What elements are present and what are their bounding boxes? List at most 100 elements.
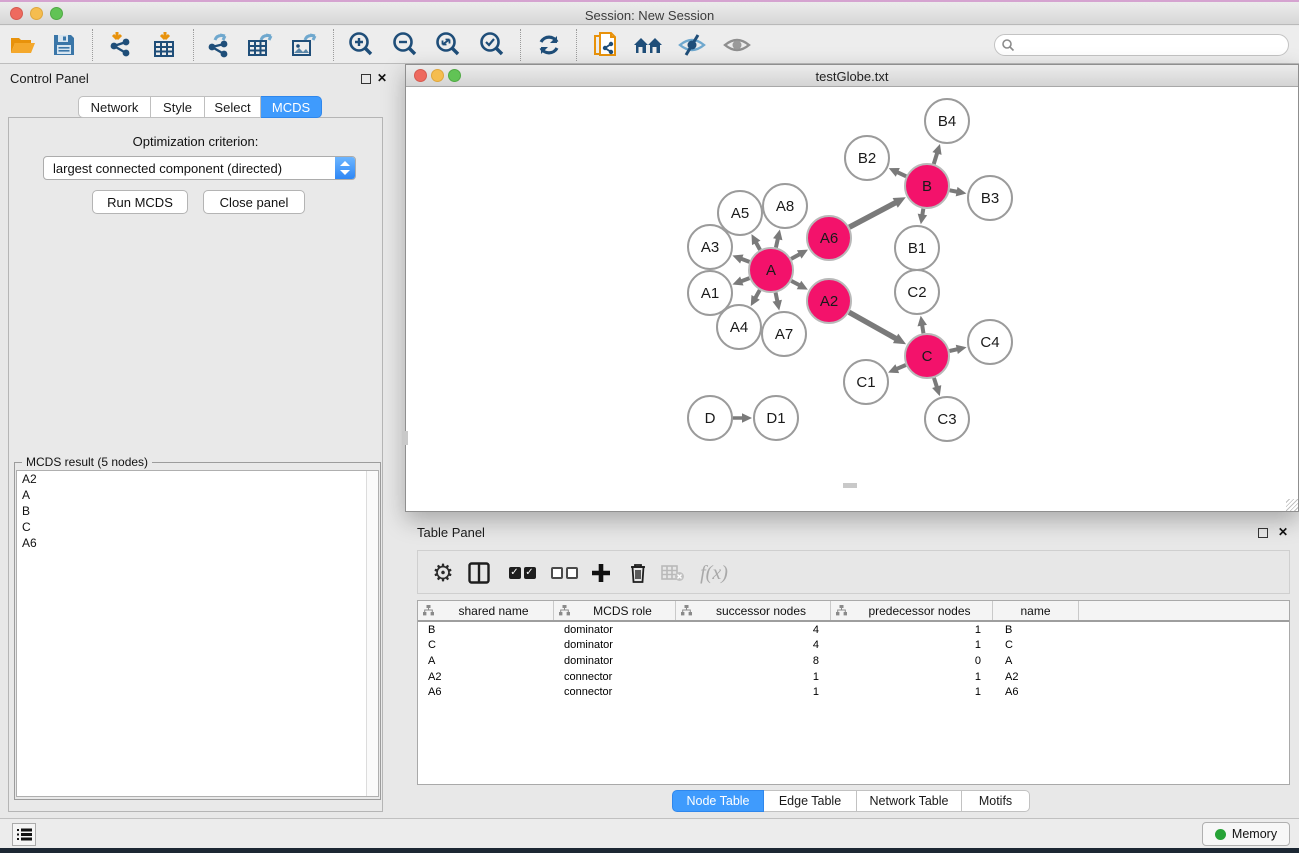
- column-header-shared-name[interactable]: shared name: [418, 601, 554, 620]
- network-vscroll-thumb[interactable]: [402, 431, 408, 445]
- mcds-result-item[interactable]: A: [17, 487, 378, 503]
- edge-A6-B[interactable]: [849, 202, 897, 227]
- zoom-in-button[interactable]: [344, 28, 378, 62]
- select-all-columns-button[interactable]: ✓ ✓: [506, 559, 538, 587]
- tab-node-table[interactable]: Node Table: [672, 790, 764, 812]
- export-table-button[interactable]: [244, 28, 278, 62]
- control-panel-close-button[interactable]: ✕: [376, 72, 388, 84]
- search-icon: [1001, 38, 1015, 52]
- tab-network-table[interactable]: Network Table: [857, 790, 962, 812]
- cell-successor_nodes: 1: [676, 686, 831, 698]
- tab-select[interactable]: Select: [205, 96, 261, 118]
- zoom-selected-button[interactable]: [475, 28, 509, 62]
- mcds-result-list[interactable]: A2ABCA6: [16, 470, 379, 797]
- table-panel-float-button[interactable]: [1258, 528, 1268, 538]
- tab-motifs[interactable]: Motifs: [962, 790, 1030, 812]
- toolbar-separator: [520, 29, 521, 61]
- search-input[interactable]: [994, 34, 1289, 56]
- open-session-button[interactable]: [8, 28, 38, 62]
- optimization-criterion-label: Optimization criterion:: [8, 134, 383, 149]
- tab-edge-table[interactable]: Edge Table: [764, 790, 857, 812]
- criterion-select[interactable]: largest connected component (directed): [43, 156, 356, 180]
- function-builder-button[interactable]: f(x): [694, 559, 734, 587]
- node-label-A: A: [766, 262, 776, 279]
- unselect-all-columns-button[interactable]: [548, 559, 580, 587]
- cell-name: A: [993, 655, 1079, 667]
- table-settings-button[interactable]: ⚙: [430, 559, 456, 587]
- task-history-button[interactable]: [12, 823, 36, 846]
- column-header-successor-nodes[interactable]: successor nodes: [676, 601, 831, 620]
- apply-layout-button[interactable]: [532, 28, 566, 62]
- status-bar: Memory: [0, 818, 1299, 848]
- table-rows: Bdominator41BCdominator41CAdominator80AA…: [418, 622, 1289, 700]
- network-window-titlebar[interactable]: testGlobe.txt: [406, 65, 1298, 87]
- mcds-result-title: MCDS result (5 nodes): [22, 455, 152, 469]
- column-header-name[interactable]: name: [993, 601, 1079, 620]
- tab-style[interactable]: Style: [151, 96, 205, 118]
- cell-successor_nodes: 4: [676, 639, 831, 651]
- control-panel-float-button[interactable]: [361, 74, 371, 84]
- zoom-fit-button[interactable]: [431, 28, 465, 62]
- mcds-result-item[interactable]: A6: [17, 535, 378, 551]
- list-icon: [17, 828, 32, 841]
- main-toolbar: [0, 26, 1299, 64]
- export-network-button[interactable]: [203, 28, 235, 62]
- result-scrollbar[interactable]: [366, 471, 378, 796]
- tab-network[interactable]: Network: [78, 96, 151, 118]
- mcds-result-item[interactable]: A2: [17, 471, 378, 487]
- cell-successor_nodes: 8: [676, 655, 831, 667]
- table-row-a2[interactable]: A2connector11A2: [418, 669, 1289, 685]
- column-header-predecessor-nodes[interactable]: predecessor nodes: [831, 601, 993, 620]
- arrowhead-icon: [932, 385, 941, 396]
- export-table-icon: [247, 32, 275, 58]
- cell-name: A6: [993, 686, 1079, 698]
- table-row-a6[interactable]: A6connector11A6: [418, 684, 1289, 700]
- run-mcds-button[interactable]: Run MCDS: [92, 190, 188, 214]
- network-graph[interactable]: B4B2BB3A8A5A6B1A3AA1C2A2A4A7C4CC1C3DD1: [406, 88, 1298, 511]
- delete-table-button[interactable]: [658, 559, 688, 587]
- network-window-title: testGlobe.txt: [406, 69, 1298, 84]
- delete-column-button[interactable]: [624, 559, 652, 587]
- node-label-D: D: [705, 410, 716, 427]
- table-row-b[interactable]: Bdominator41B: [418, 622, 1289, 638]
- tab-mcds[interactable]: MCDS: [261, 96, 322, 118]
- edge-A2-C[interactable]: [849, 312, 897, 339]
- table-panel-close-button[interactable]: ✕: [1277, 526, 1289, 538]
- network-resize-grip[interactable]: [1286, 499, 1298, 511]
- cell-shared_name: A2: [418, 671, 554, 683]
- table-panel-title: Table Panel: [417, 525, 485, 540]
- show-all-button[interactable]: [719, 28, 755, 62]
- mcds-result-item[interactable]: C: [17, 519, 378, 535]
- first-neighbors-button[interactable]: [630, 28, 668, 62]
- hide-selection-button[interactable]: [674, 28, 710, 62]
- network-document-icon: [592, 31, 620, 59]
- cell-mcds_role: connector: [554, 686, 676, 698]
- save-session-button[interactable]: [49, 28, 79, 62]
- table-row-a[interactable]: Adominator80A: [418, 653, 1289, 669]
- gear-icon: ⚙: [432, 559, 454, 588]
- new-network-from-selection-button[interactable]: [588, 28, 624, 62]
- network-hscroll-thumb[interactable]: [843, 483, 857, 488]
- create-column-button[interactable]: [586, 559, 616, 587]
- mcds-result-item[interactable]: B: [17, 503, 378, 519]
- node-label-B1: B1: [908, 240, 926, 257]
- cell-successor_nodes: 1: [676, 671, 831, 683]
- cell-predecessor_nodes: 0: [831, 655, 993, 667]
- show-columns-button[interactable]: [464, 559, 494, 587]
- refresh-icon: [536, 32, 562, 58]
- zoom-out-button[interactable]: [388, 28, 422, 62]
- hierarchy-icon: [559, 605, 570, 616]
- cell-mcds_role: connector: [554, 671, 676, 683]
- import-network-button[interactable]: [104, 28, 138, 62]
- node-label-A8: A8: [776, 198, 794, 215]
- node-label-C2: C2: [907, 284, 926, 301]
- close-panel-button[interactable]: Close panel: [203, 190, 305, 214]
- memory-button[interactable]: Memory: [1202, 822, 1290, 846]
- table-row-c[interactable]: Cdominator41C: [418, 638, 1289, 654]
- import-table-button[interactable]: [148, 28, 182, 62]
- column-header-mcds-role[interactable]: MCDS role: [554, 601, 676, 620]
- arrowhead-icon: [918, 316, 927, 327]
- network-canvas[interactable]: B4B2BB3A8A5A6B1A3AA1C2A2A4A7C4CC1C3DD1: [406, 88, 1298, 511]
- node-label-B: B: [922, 178, 932, 195]
- export-image-button[interactable]: [288, 28, 322, 62]
